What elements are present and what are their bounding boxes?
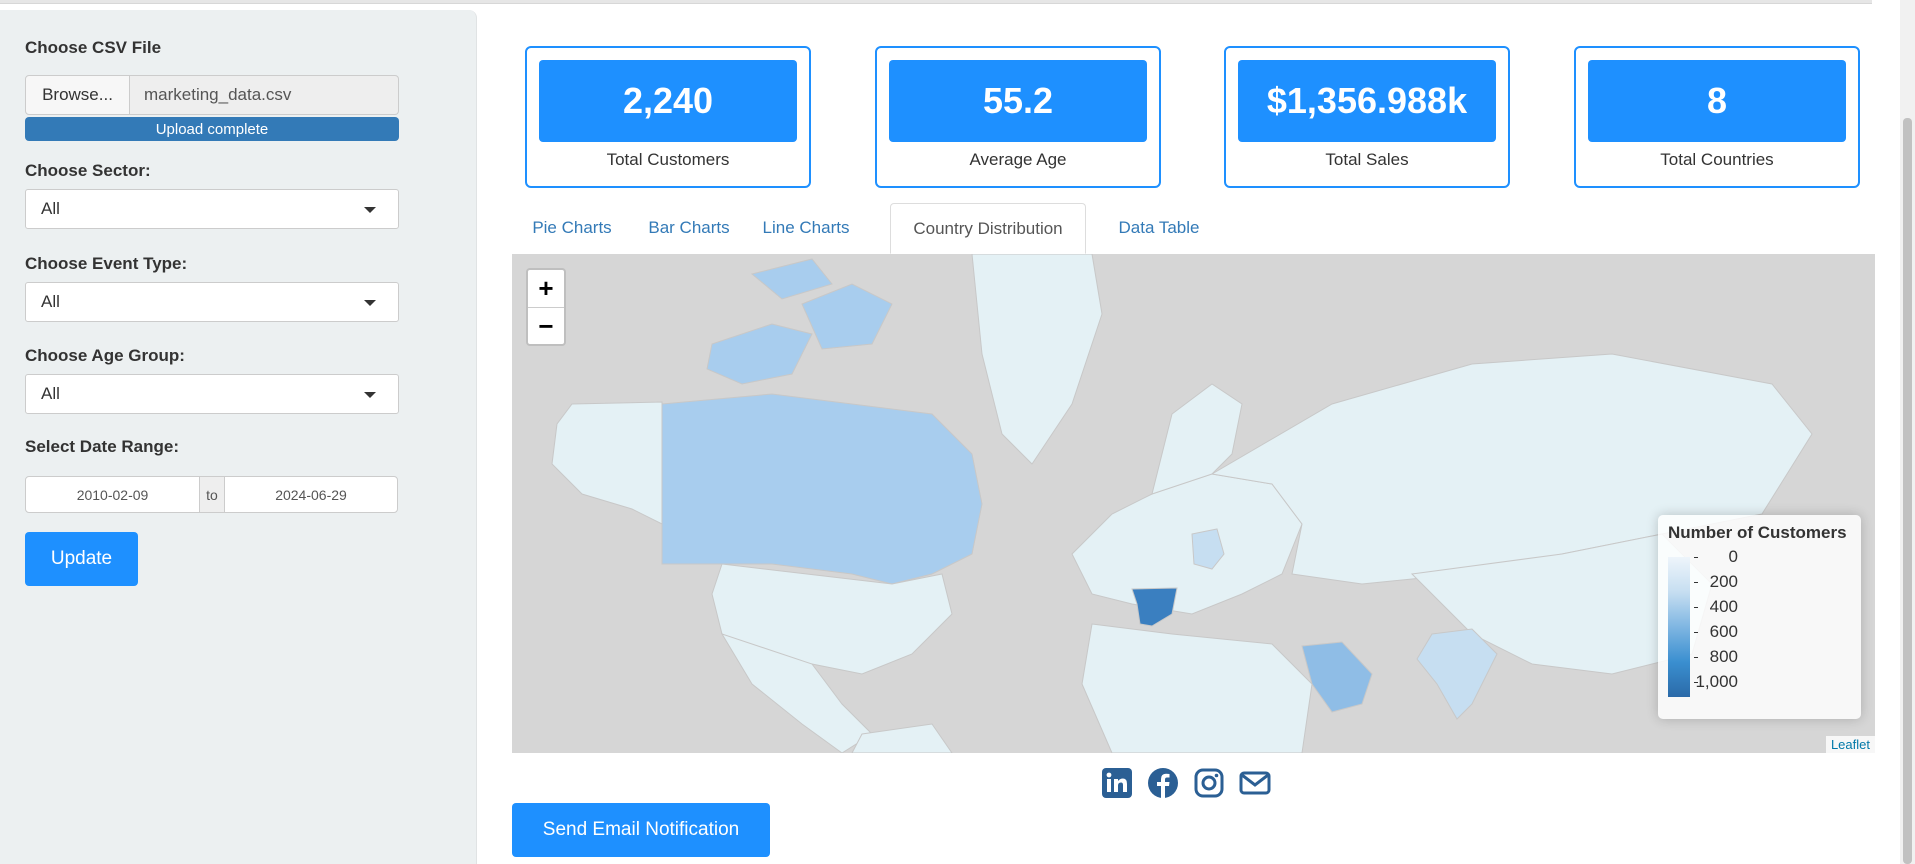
zoom-control: + −: [526, 268, 566, 346]
date-start-input[interactable]: 2010-02-09: [25, 476, 200, 513]
top-bar: [0, 0, 1872, 4]
page-scrollbar[interactable]: [1900, 0, 1915, 864]
date-end-input[interactable]: 2024-06-29: [224, 476, 398, 513]
send-email-button[interactable]: Send Email Notification: [512, 803, 770, 857]
date-range-label: Select Date Range:: [25, 437, 179, 456]
value-box-caption: Total Customers: [606, 150, 730, 169]
tab-bar-charts[interactable]: Bar Charts: [632, 203, 746, 253]
age-group-label: Choose Age Group:: [25, 346, 185, 365]
date-range-input: 2010-02-09 to 2024-06-29: [25, 476, 399, 513]
legend-value: 200: [1709, 572, 1738, 591]
value-box-average-age: 55.2 Average Age: [875, 46, 1161, 188]
value-box-number: 55.2: [889, 60, 1147, 142]
tab-pie-charts[interactable]: Pie Charts: [512, 203, 632, 253]
chevron-down-icon: [364, 207, 376, 213]
chevron-down-icon: [364, 392, 376, 398]
event-type-label: Choose Event Type:: [25, 254, 188, 273]
file-name-field: marketing_data.csv: [130, 75, 399, 115]
facebook-icon[interactable]: [1146, 766, 1180, 800]
legend-title: Number of Customers: [1668, 523, 1847, 542]
date-separator: to: [200, 476, 224, 513]
sector-label: Choose Sector:: [25, 161, 151, 180]
map-legend: Number of Customers 0 200 400 600 800 1,…: [1658, 515, 1861, 719]
tab-bar: Pie Charts Bar Charts Line Charts Countr…: [512, 203, 1875, 255]
age-group-select[interactable]: All: [25, 374, 399, 414]
age-group-select-value: All: [41, 384, 60, 403]
legend-value: 800: [1709, 647, 1738, 666]
scrollbar-thumb[interactable]: [1903, 118, 1912, 864]
zoom-in-button[interactable]: +: [528, 270, 564, 308]
tab-line-charts[interactable]: Line Charts: [746, 203, 866, 253]
csv-file-label: Choose CSV File: [25, 38, 162, 57]
value-box-caption: Total Sales: [1325, 150, 1409, 169]
instagram-icon[interactable]: [1192, 766, 1226, 800]
event-type-select[interactable]: All: [25, 282, 399, 322]
value-box-caption: Total Countries: [1660, 150, 1774, 169]
value-box-number: $1,356.988k: [1238, 60, 1496, 142]
sector-select[interactable]: All: [25, 189, 399, 229]
upload-progress-bar: Upload complete: [25, 117, 399, 141]
browse-button[interactable]: Browse...: [25, 75, 130, 115]
sector-select-value: All: [41, 199, 60, 218]
country-map[interactable]: + − Number of Customers 0 200 400 600 80…: [512, 254, 1875, 753]
value-box-caption: Average Age: [969, 150, 1067, 169]
value-box-number: 2,240: [539, 60, 797, 142]
linkedin-icon[interactable]: [1100, 766, 1134, 800]
value-box-total-countries: 8 Total Countries: [1574, 46, 1860, 188]
zoom-out-button[interactable]: −: [528, 308, 564, 345]
legend-value: 1,000: [1695, 672, 1738, 691]
value-box-number: 8: [1588, 60, 1846, 142]
chevron-down-icon: [364, 300, 376, 306]
sidebar-panel: Choose CSV File Browse... marketing_data…: [0, 10, 477, 864]
tab-country-distribution[interactable]: Country Distribution: [890, 203, 1086, 254]
social-links: [1100, 766, 1272, 800]
legend-value: 400: [1709, 597, 1738, 616]
email-icon[interactable]: [1238, 766, 1272, 800]
leaflet-attribution-link[interactable]: Leaflet: [1825, 736, 1875, 753]
value-box-total-sales: $1,356.988k Total Sales: [1224, 46, 1510, 188]
legend-value: 600: [1709, 622, 1738, 641]
value-box-total-customers: 2,240 Total Customers: [525, 46, 811, 188]
event-type-select-value: All: [41, 292, 60, 311]
update-button[interactable]: Update: [25, 532, 138, 586]
legend-value: 0: [1728, 547, 1738, 566]
tab-data-table[interactable]: Data Table: [1094, 203, 1224, 253]
file-input[interactable]: Browse... marketing_data.csv: [25, 75, 399, 115]
